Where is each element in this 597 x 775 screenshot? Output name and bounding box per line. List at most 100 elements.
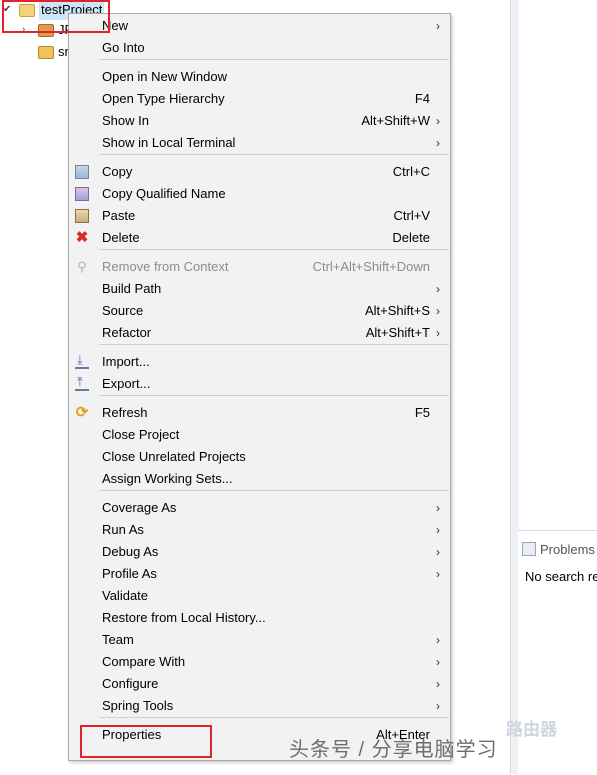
menu-item-show-in-local-terminal[interactable]: Show in Local Terminal › bbox=[69, 132, 450, 154]
menu-item-team[interactable]: Team › bbox=[69, 629, 450, 651]
menu-item-shortcut: Ctrl+V bbox=[393, 208, 430, 223]
remove-context-icon: ⚲ bbox=[77, 259, 87, 274]
menu-item-label: Paste bbox=[102, 208, 136, 223]
menu-item-label: Validate bbox=[102, 588, 149, 603]
paste-icon bbox=[75, 209, 89, 223]
menu-item-assign-working-sets[interactable]: Assign Working Sets... bbox=[69, 468, 450, 490]
submenu-arrow-icon: › bbox=[436, 567, 440, 581]
menu-item-label: Compare With bbox=[102, 654, 186, 669]
menu-item-profile-as[interactable]: Profile As › bbox=[69, 563, 450, 585]
menu-item-shortcut: Ctrl+Alt+Shift+Down bbox=[312, 259, 430, 274]
menu-item-label: Copy bbox=[102, 164, 133, 179]
menu-item-label: Delete bbox=[102, 230, 140, 245]
menu-item-source[interactable]: Source Alt+Shift+S › bbox=[69, 300, 450, 322]
submenu-arrow-icon: › bbox=[436, 523, 440, 537]
watermark-text: 头条号 / 分享电脑学习 bbox=[289, 739, 498, 761]
menu-item-spring-tools[interactable]: Spring Tools › bbox=[69, 695, 450, 717]
menu-item-shortcut: Ctrl+C bbox=[392, 164, 430, 179]
submenu-arrow-icon: › bbox=[436, 19, 440, 33]
menu-item-label: Restore from Local History... bbox=[102, 610, 266, 625]
submenu-arrow-icon: › bbox=[436, 136, 440, 150]
menu-item-label: Team bbox=[102, 632, 134, 647]
menu-separator bbox=[99, 154, 449, 155]
menu-item-label: Spring Tools bbox=[102, 698, 174, 713]
tab-problems[interactable]: Problems bbox=[518, 539, 597, 561]
menu-item-label: Close Unrelated Projects bbox=[102, 449, 246, 464]
menu-separator bbox=[99, 249, 449, 250]
menu-item-configure[interactable]: Configure › bbox=[69, 673, 450, 695]
menu-item-label: Go Into bbox=[102, 40, 145, 55]
menu-item-show-in[interactable]: Show In Alt+Shift+W › bbox=[69, 110, 450, 132]
submenu-arrow-icon: › bbox=[436, 655, 440, 669]
submenu-arrow-icon: › bbox=[436, 545, 440, 559]
menu-item-run-as[interactable]: Run As › bbox=[69, 519, 450, 541]
menu-item-label: Refresh bbox=[102, 405, 148, 420]
annotation-highlight-properties bbox=[80, 725, 212, 758]
menu-item-import[interactable]: Import... bbox=[69, 351, 450, 373]
menu-item-validate[interactable]: Validate bbox=[69, 585, 450, 607]
problems-message: No search re bbox=[525, 569, 597, 584]
menu-item-go-into[interactable]: Go Into bbox=[69, 37, 450, 59]
menu-item-restore-from-local-history[interactable]: Restore from Local History... bbox=[69, 607, 450, 629]
export-icon bbox=[75, 374, 89, 391]
menu-item-open-type-hierarchy[interactable]: Open Type Hierarchy F4 bbox=[69, 88, 450, 110]
submenu-arrow-icon: › bbox=[436, 326, 440, 340]
menu-item-close-unrelated-projects[interactable]: Close Unrelated Projects bbox=[69, 446, 450, 468]
menu-item-build-path[interactable]: Build Path › bbox=[69, 278, 450, 300]
menu-item-label: Debug As bbox=[102, 544, 159, 559]
menu-item-shortcut: F4 bbox=[414, 91, 430, 106]
menu-item-label: Build Path bbox=[102, 281, 162, 296]
submenu-arrow-icon: › bbox=[436, 699, 440, 713]
copy-qualified-icon bbox=[75, 187, 89, 201]
source-folder-icon bbox=[38, 46, 54, 59]
menu-item-shortcut: Alt+Shift+W bbox=[361, 113, 430, 128]
menu-item-copy[interactable]: Copy Ctrl+C bbox=[69, 161, 450, 183]
menu-separator bbox=[99, 490, 449, 491]
submenu-arrow-icon: › bbox=[436, 633, 440, 647]
watermark-logo: 路由器 bbox=[506, 720, 557, 739]
context-menu: New › Go Into Open in New Window Open Type H… bbox=[68, 13, 451, 761]
menu-item-label: Show In bbox=[102, 113, 149, 128]
menu-item-label: Close Project bbox=[102, 427, 180, 442]
menu-separator bbox=[99, 395, 449, 396]
menu-item-label: Coverage As bbox=[102, 500, 177, 515]
menu-item-remove-from-context: ⚲ Remove from Context Ctrl+Alt+Shift+Down bbox=[69, 256, 450, 278]
menu-item-shortcut: Delete bbox=[392, 230, 430, 245]
menu-item-label: Configure bbox=[102, 676, 159, 691]
menu-item-open-in-new-window[interactable]: Open in New Window bbox=[69, 66, 450, 88]
menu-item-copy-qualified-name[interactable]: Copy Qualified Name bbox=[69, 183, 450, 205]
menu-item-paste[interactable]: Paste Ctrl+V bbox=[69, 205, 450, 227]
menu-item-new[interactable]: New › bbox=[69, 15, 450, 37]
menu-item-shortcut: Alt+Shift+S bbox=[364, 303, 430, 318]
menu-item-label: Source bbox=[102, 303, 144, 318]
submenu-arrow-icon: › bbox=[436, 677, 440, 691]
menu-item-label: Copy Qualified Name bbox=[102, 186, 226, 201]
menu-separator bbox=[99, 344, 449, 345]
problems-icon bbox=[522, 542, 536, 556]
menu-item-label: Profile As bbox=[102, 566, 157, 581]
tab-label: Problems bbox=[540, 542, 595, 557]
menu-item-label: Open in New Window bbox=[102, 69, 227, 84]
menu-item-label: Remove from Context bbox=[102, 259, 229, 274]
delete-icon: ✖ bbox=[75, 229, 89, 246]
menu-item-label: Export... bbox=[102, 376, 151, 391]
menu-item-debug-as[interactable]: Debug As › bbox=[69, 541, 450, 563]
menu-item-close-project[interactable]: Close Project bbox=[69, 424, 450, 446]
menu-item-compare-with[interactable]: Compare With › bbox=[69, 651, 450, 673]
menu-item-export[interactable]: Export... bbox=[69, 373, 450, 395]
refresh-icon: ⟳ bbox=[75, 404, 89, 421]
menu-item-shortcut: F5 bbox=[414, 405, 430, 420]
annotation-highlight-project bbox=[2, 0, 110, 33]
submenu-arrow-icon: › bbox=[436, 501, 440, 515]
menu-item-delete[interactable]: ✖ Delete Delete bbox=[69, 227, 450, 249]
import-icon bbox=[75, 352, 89, 369]
menu-item-label: Show in Local Terminal bbox=[102, 135, 236, 150]
submenu-arrow-icon: › bbox=[436, 282, 440, 296]
menu-item-label: Import... bbox=[102, 354, 150, 369]
menu-item-refactor[interactable]: Refactor Alt+Shift+T › bbox=[69, 322, 450, 344]
menu-item-label: Open Type Hierarchy bbox=[102, 91, 225, 106]
menu-separator bbox=[99, 717, 449, 718]
menu-item-refresh[interactable]: ⟳ Refresh F5 bbox=[69, 402, 450, 424]
menu-item-label: Refactor bbox=[102, 325, 152, 340]
menu-item-coverage-as[interactable]: Coverage As › bbox=[69, 497, 450, 519]
